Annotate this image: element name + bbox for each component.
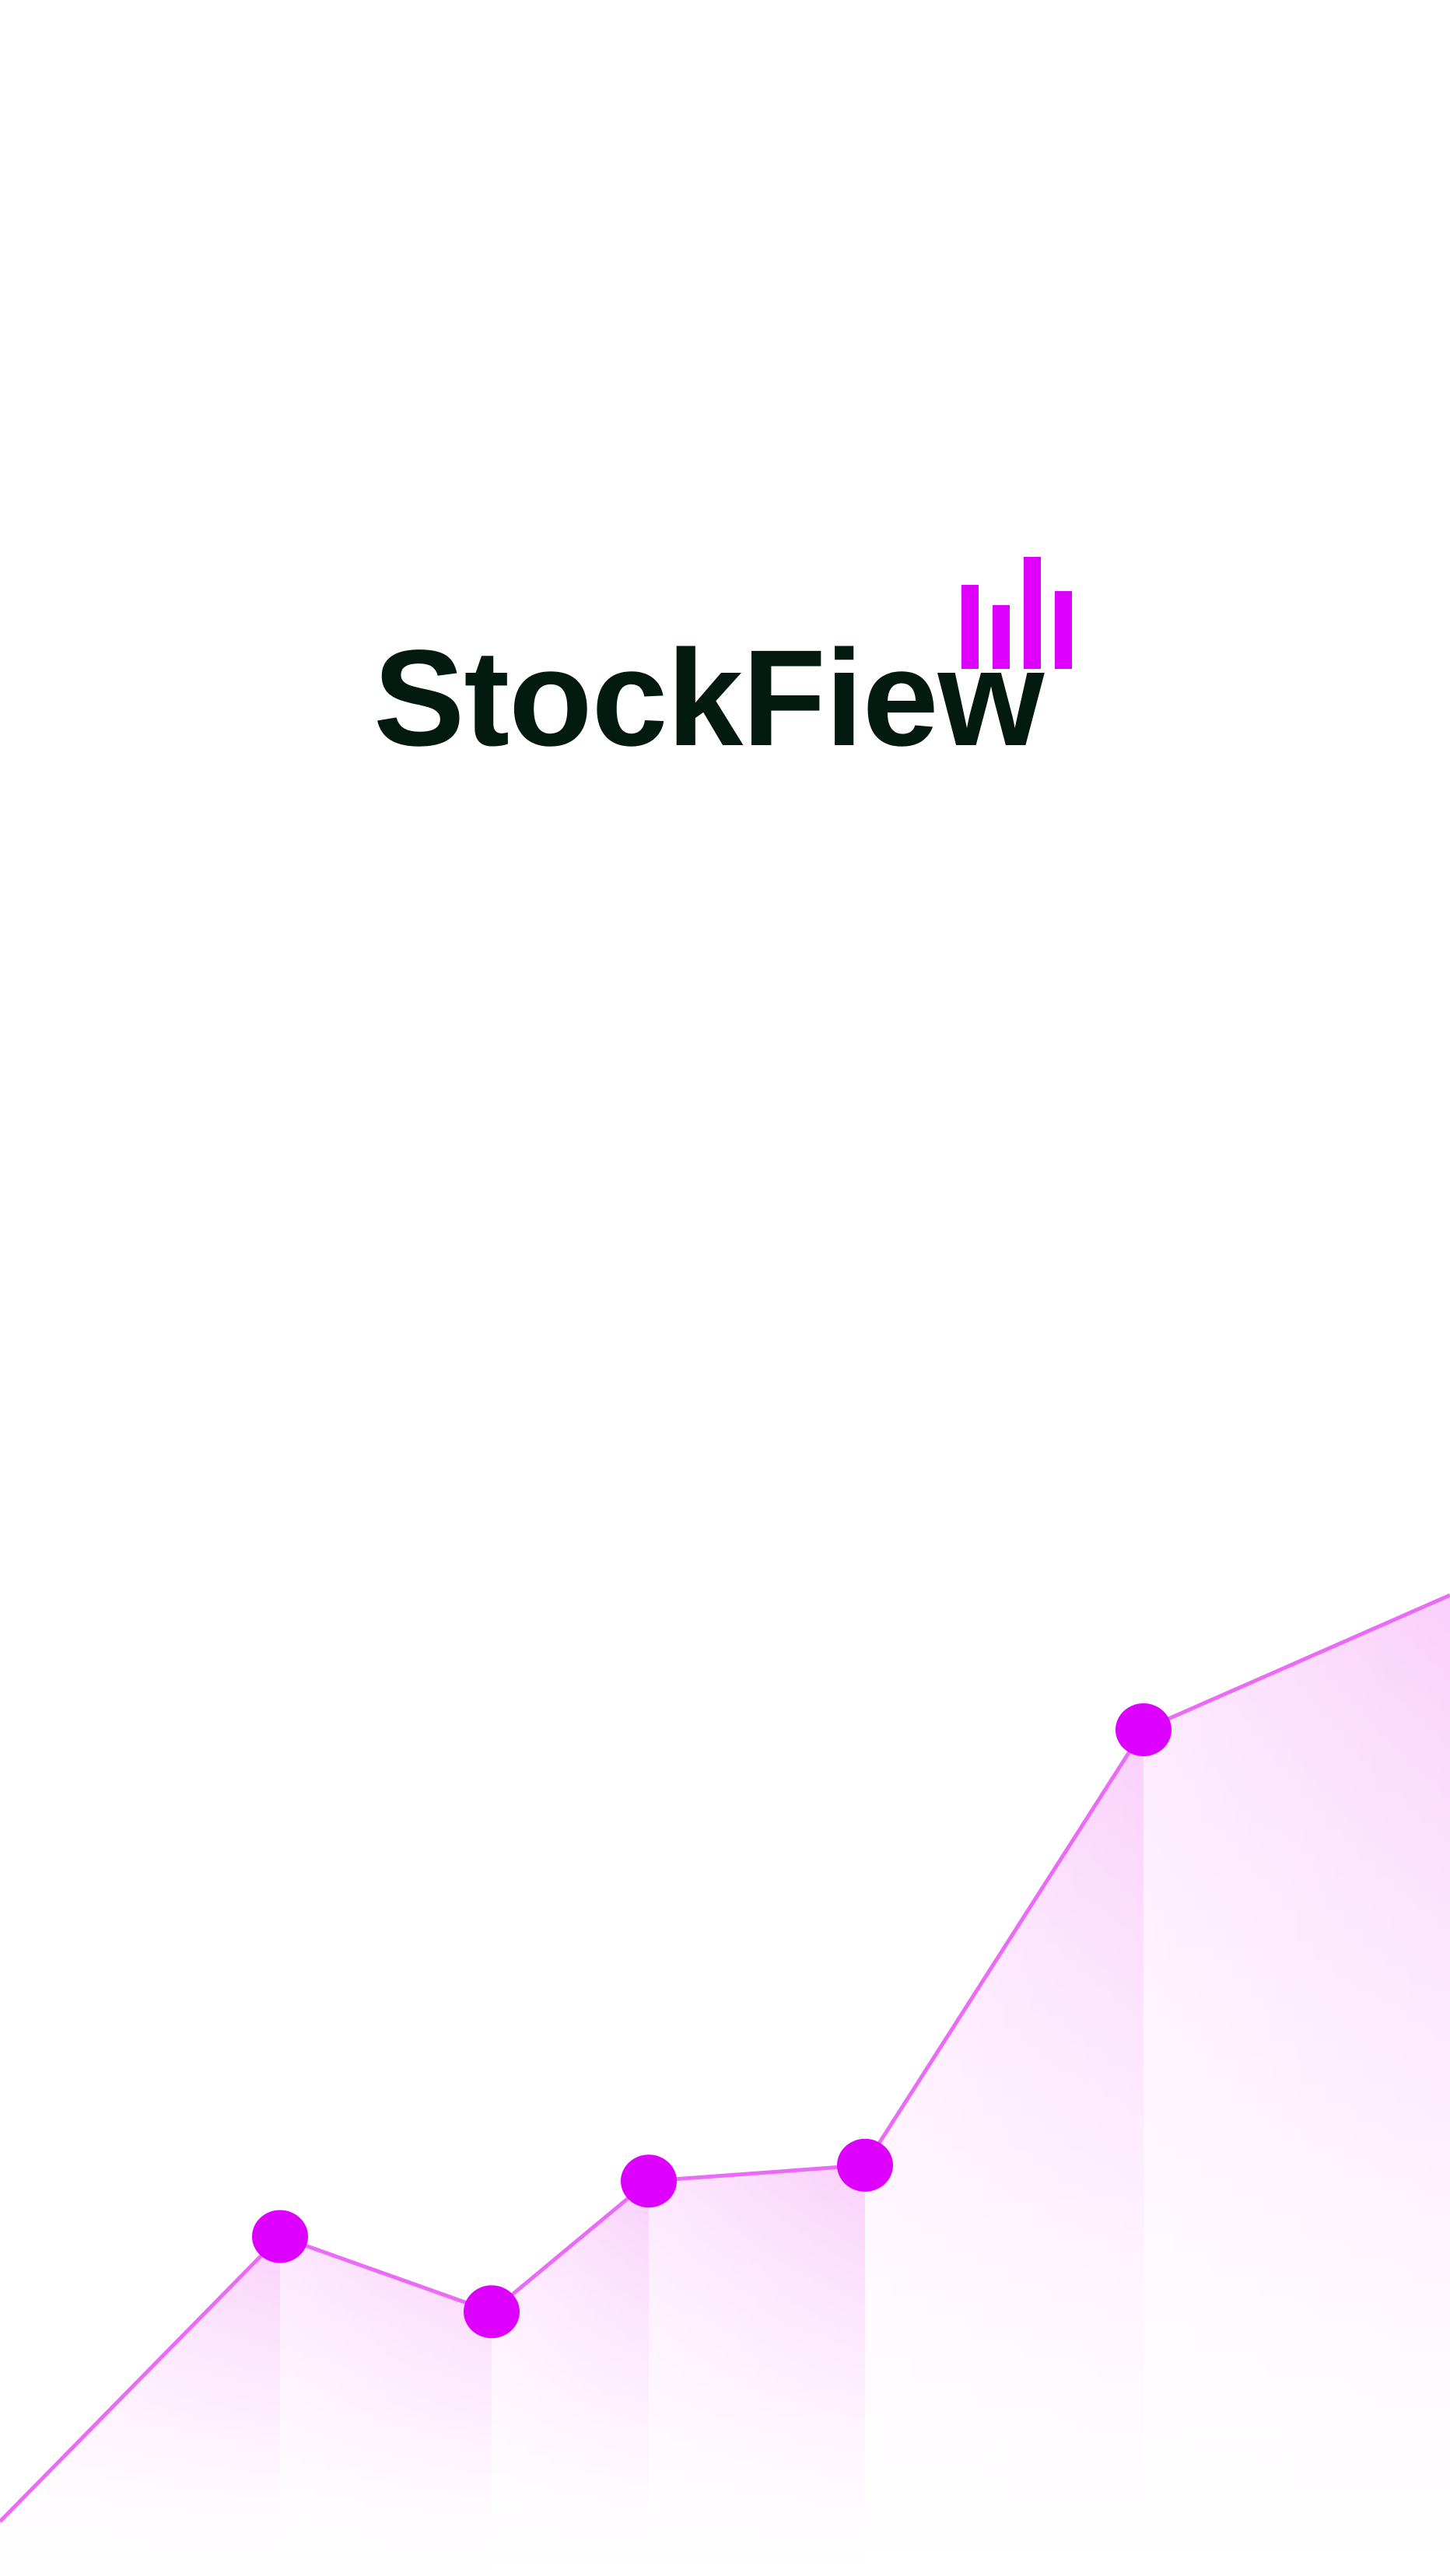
chart-area-sheen (280, 2236, 492, 2576)
chart-point (1116, 1703, 1172, 1756)
chart-area-fills (0, 1594, 1450, 2576)
chart-area-sheen (0, 2236, 280, 2576)
chart-area-sheen (492, 2181, 649, 2576)
chart-area-sheen (1144, 1594, 1450, 2576)
chart-point (252, 2210, 308, 2263)
chart-point (837, 2138, 893, 2192)
chart-area-sheen (649, 2165, 865, 2576)
chart-area-sheen (865, 1730, 1144, 2576)
chart-point (621, 2154, 677, 2208)
splash-screen: StockFiew (0, 0, 1450, 2576)
chart-point (464, 2285, 520, 2339)
decorative-growth-chart (0, 1593, 1450, 2576)
